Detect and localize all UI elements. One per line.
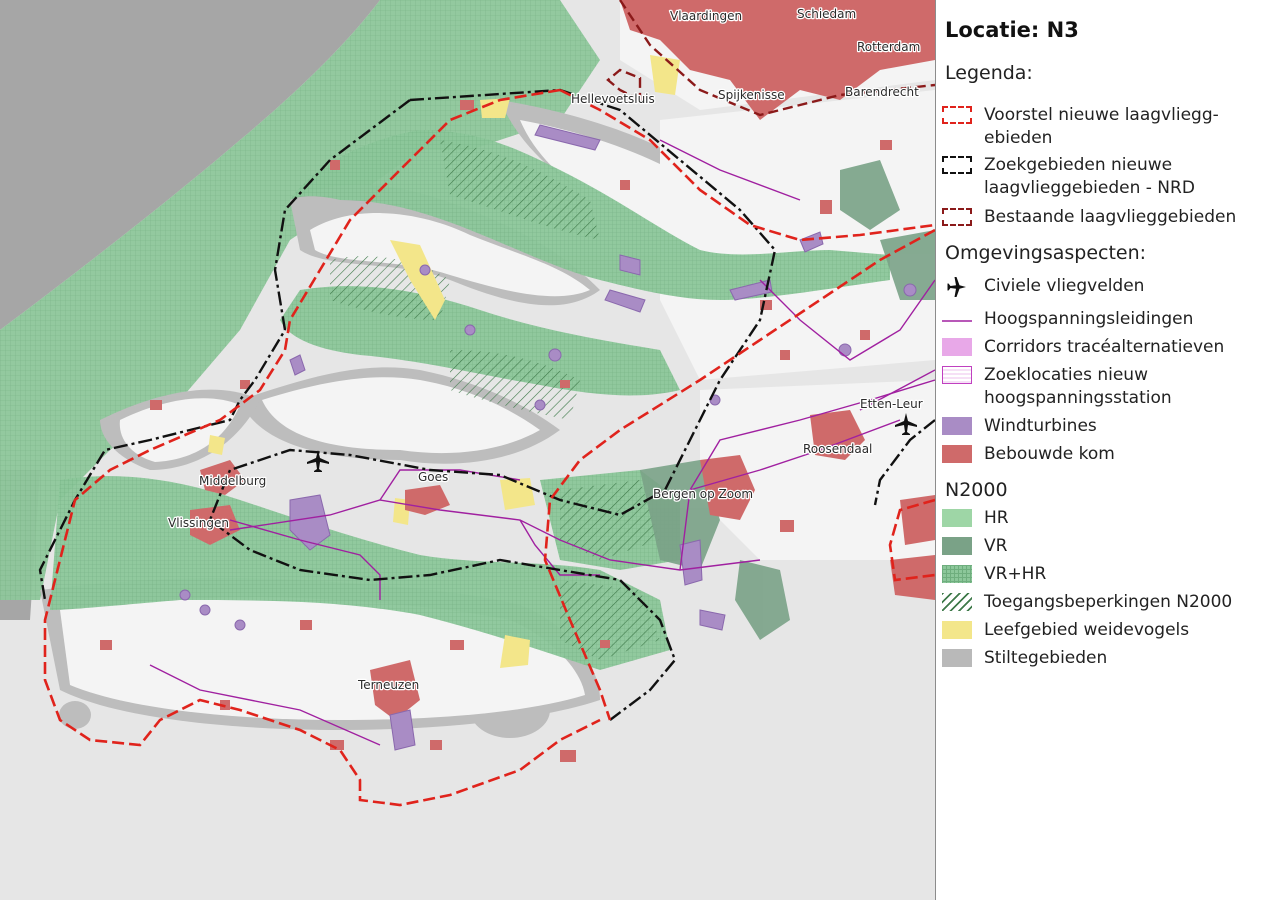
legend-label: Hoogspanningsleidingen xyxy=(984,309,1194,329)
legend-item-vrhr: VR+HR xyxy=(942,563,1254,586)
legend-item-zoeklocaties-station: Zoeklocaties nieuw hoogspanningsstation xyxy=(942,364,1254,410)
hr-fill-icon xyxy=(942,509,972,527)
power-line-icon xyxy=(942,310,972,328)
legend-item-weidevogels: Leefgebied weidevogels xyxy=(942,619,1254,642)
legend-item-stiltegebieden: Stiltegebieden xyxy=(942,647,1254,670)
corridor-fill-icon xyxy=(942,338,972,356)
legend-label: VR xyxy=(984,536,1008,556)
builtup-fill-icon xyxy=(942,445,972,463)
legend-label: Civiele vliegvelden xyxy=(984,276,1145,296)
place-bergen-op-zoom: Bergen op Zoom xyxy=(653,487,753,501)
legend-label: Bestaande laagvlieggebieden xyxy=(984,207,1237,227)
legend-item-toegangsbeperkingen: Toegangsbeperkingen N2000 xyxy=(942,591,1254,614)
legend-label: Zoekgebieden nieuwe laagvlieggebieden - … xyxy=(984,155,1195,198)
legend-item-bestaande: Bestaande laagvlieggebieden xyxy=(942,206,1254,229)
place-rotterdam: Rotterdam xyxy=(857,40,920,54)
n2000-heading: N2000 xyxy=(945,479,1008,501)
quiet-area-fill-icon xyxy=(942,649,972,667)
legend-item-vr: VR xyxy=(942,535,1254,558)
legend-label: VR+HR xyxy=(984,564,1047,584)
legend-label: Zoeklocaties nieuw hoogspanningsstation xyxy=(984,365,1172,408)
legend-item-corridors: Corridors tracéalternatieven xyxy=(942,336,1254,359)
legend-label: Windturbines xyxy=(984,416,1097,436)
legend-label: HR xyxy=(984,508,1009,528)
legend-label: Stiltegebieden xyxy=(984,648,1108,668)
meadowbird-fill-icon xyxy=(942,621,972,639)
place-hellevoetsluis: Hellevoetsluis xyxy=(571,92,655,106)
darkred-dashed-box-icon xyxy=(942,208,972,226)
legend-item-bebouwde-kom: Bebouwde kom xyxy=(942,443,1254,466)
legend-item-windturbines: Windturbines xyxy=(942,415,1254,438)
legenda-heading: Legenda: xyxy=(945,62,1033,84)
legend-label: Toegangsbeperkingen N2000 xyxy=(984,592,1233,612)
legend-label: Voorstel nieuwe laagvliegg­ebieden xyxy=(984,105,1219,148)
place-barendrecht: Barendrecht xyxy=(845,85,919,99)
station-hatched-icon xyxy=(942,366,972,384)
place-vlaardingen: Vlaardingen xyxy=(670,9,742,23)
legend-item-civiele-vliegvelden: Civiele vliegvelden xyxy=(942,275,1254,298)
omgevingsaspecten-heading: Omgevingsaspecten: xyxy=(945,242,1147,264)
legend-label: Bebouwde kom xyxy=(984,444,1115,464)
legend-item-voorstel: Voorstel nieuwe laagvliegg­ebieden xyxy=(942,104,1254,150)
place-etten-leur: Etten-Leur xyxy=(860,397,923,411)
place-spijkenisse: Spijkenisse xyxy=(718,88,785,102)
legend-item-zoekgebieden: Zoekgebieden nieuwe laagvlieggebieden - … xyxy=(942,154,1254,200)
place-schiedam: Schiedam xyxy=(797,7,856,21)
legend-label: Corridors tracéalternatieven xyxy=(984,337,1225,357)
vr-fill-icon xyxy=(942,537,972,555)
red-dashed-box-icon xyxy=(942,106,972,124)
location-title: Locatie: N3 xyxy=(945,18,1079,42)
map-panel[interactable]: Vlaardingen Schiedam Rotterdam Hellevoet… xyxy=(0,0,935,900)
diagonal-hatch-icon xyxy=(942,593,972,611)
legend-label: Leefgebied weidevogels xyxy=(984,620,1190,640)
legend-panel: Locatie: N3 Legenda: Voorstel nieuwe laa… xyxy=(935,0,1272,900)
windturbine-fill-icon xyxy=(942,417,972,435)
place-goes: Goes xyxy=(418,470,448,484)
place-roosendaal: Roosendaal xyxy=(803,442,872,456)
legend-item-hoogspanningsleidingen: Hoogspanningsleidingen xyxy=(942,308,1254,331)
airplane-icon xyxy=(942,277,972,297)
place-vlissingen: Vlissingen xyxy=(168,516,229,530)
black-dashed-box-icon xyxy=(942,156,972,174)
place-terneuzen: Terneuzen xyxy=(357,678,419,692)
legend-item-hr: HR xyxy=(942,507,1254,530)
vrhr-grid-icon xyxy=(942,565,972,583)
place-middelburg: Middelburg xyxy=(199,474,266,488)
